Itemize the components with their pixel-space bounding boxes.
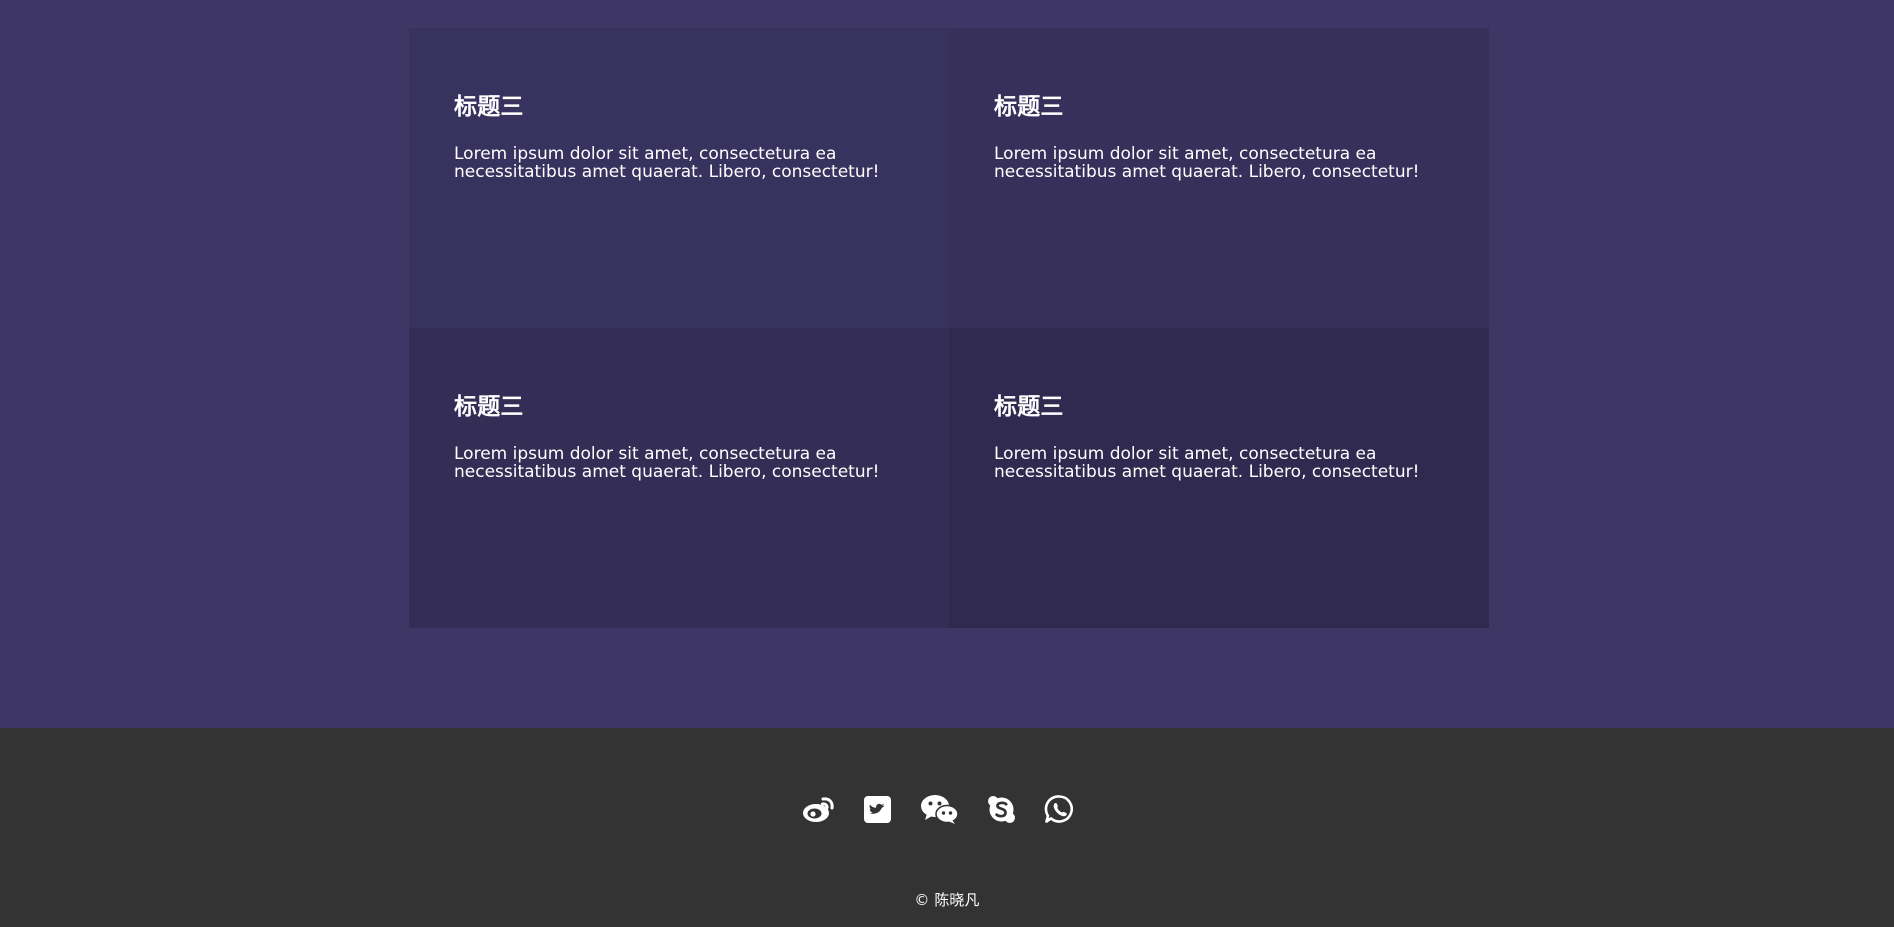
wechat-icon[interactable]: [920, 794, 959, 829]
weibo-icon[interactable]: [801, 794, 835, 828]
feature-card-2: 标题三 Lorem ipsum dolor sit amet, consecte…: [949, 28, 1489, 328]
feature-card-3: 标题三 Lorem ipsum dolor sit amet, consecte…: [409, 328, 949, 628]
card-title: 标题三: [454, 394, 524, 420]
copyright-text: © 陈晓凡: [914, 891, 980, 909]
card-text: Lorem ipsum dolor sit amet, consectetura…: [454, 444, 880, 482]
card-title: 标题三: [994, 394, 1064, 420]
card-text: Lorem ipsum dolor sit amet, consectetura…: [994, 444, 1420, 482]
card-text: Lorem ipsum dolor sit amet, consectetura…: [994, 144, 1420, 182]
feature-card-1: 标题三 Lorem ipsum dolor sit amet, consecte…: [409, 28, 949, 328]
feature-card-grid: 标题三 Lorem ipsum dolor sit amet, consecte…: [409, 28, 1489, 628]
skype-icon[interactable]: [987, 795, 1016, 828]
twitter-icon[interactable]: [863, 795, 892, 828]
social-links: [801, 791, 1096, 831]
card-text: Lorem ipsum dolor sit amet, consectetura…: [454, 144, 880, 182]
card-title: 标题三: [454, 94, 524, 120]
content-section: 标题三 Lorem ipsum dolor sit amet, consecte…: [0, 0, 1894, 728]
site-footer: © 陈晓凡: [0, 728, 1894, 927]
whatsapp-icon[interactable]: [1044, 794, 1075, 829]
card-title: 标题三: [994, 94, 1064, 120]
feature-card-4: 标题三 Lorem ipsum dolor sit amet, consecte…: [949, 328, 1489, 628]
